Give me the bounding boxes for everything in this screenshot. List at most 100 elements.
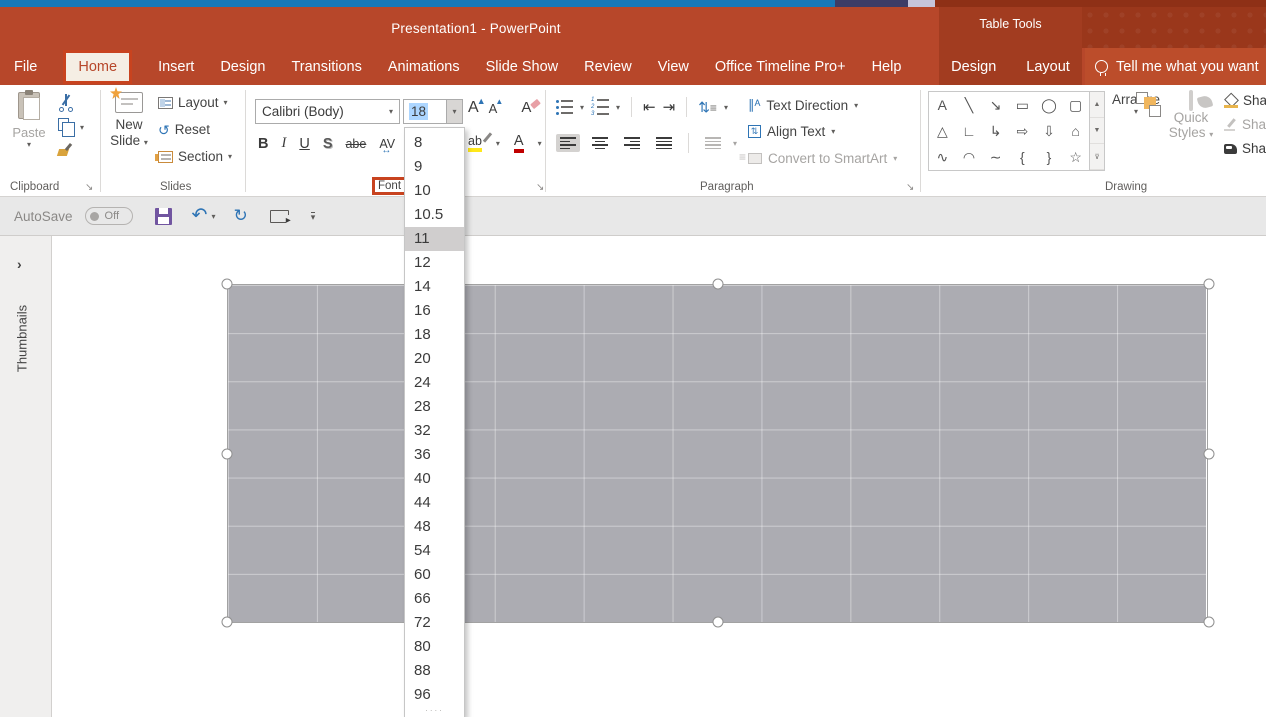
tab-help[interactable]: Help [872,59,902,75]
resize-handle-left-middle[interactable] [222,449,233,460]
cut-icon[interactable] [58,94,74,110]
shape-scribble-icon[interactable]: ∿ [929,144,956,170]
numbering-icon[interactable]: 123 [591,98,609,116]
arrange-button[interactable]: Arrange ▾ [1110,92,1162,170]
font-size-combo[interactable]: 18 ▾ [403,99,463,124]
font-size-option-10.5[interactable]: 10.5 [405,203,464,227]
strikethrough-button[interactable]: abe [345,137,366,151]
shape-fill-button[interactable]: Sha [1224,93,1266,108]
bold-button[interactable]: B [258,136,268,152]
shape-elbow-arrow-connector-icon[interactable]: ↳ [982,118,1009,144]
shape-outline-button[interactable]: Sha [1224,117,1266,132]
gallery-scroll-up-icon[interactable]: ▲ [1090,92,1104,118]
shape-elbow-connector-icon[interactable]: ∟ [956,118,983,144]
copy-icon[interactable] [58,118,69,131]
increase-font-size-button[interactable]: A▲ [468,99,479,117]
font-size-option-72[interactable]: 72 [405,611,464,635]
font-size-option-8[interactable]: 8 [405,131,464,155]
font-color-dropdown-arrow[interactable]: ▾ [538,139,542,148]
section-button[interactable]: Section▾ [158,149,232,164]
save-icon[interactable] [155,208,172,225]
italic-button[interactable]: I [281,135,286,152]
font-size-dropdown-arrow[interactable]: ▾ [446,100,462,123]
font-size-option-36[interactable]: 36 [405,443,464,467]
clear-formatting-button[interactable]: A [521,99,531,116]
redo-icon[interactable]: ↻ [233,208,247,224]
shape-triangle-icon[interactable]: △ [929,118,956,144]
shapes-gallery-scrollbar[interactable]: ▲ ▼ ⊽ [1090,91,1105,171]
increase-indent-icon[interactable]: ⇥ [663,98,676,116]
font-size-option-80[interactable]: 80 [405,635,464,659]
columns-button[interactable] [701,134,725,152]
contextual-tab-design[interactable]: Design [951,59,996,75]
font-size-option-11[interactable]: 11 [405,227,464,251]
customize-qat-icon[interactable]: ▾ [311,212,316,221]
tab-insert[interactable]: Insert [158,59,194,75]
resize-handle-top-middle[interactable] [713,279,724,290]
align-center-button[interactable] [588,134,612,152]
font-size-option-40[interactable]: 40 [405,467,464,491]
font-name-dropdown-arrow[interactable]: ▾ [389,107,393,116]
tab-file[interactable]: File [14,59,37,75]
align-text-button[interactable]: ⇅ Align Text▾ [748,124,835,139]
paragraph-dialog-launcher-icon[interactable]: ↘ [906,182,914,193]
contextual-tab-layout[interactable]: Layout [1026,59,1070,75]
thumbnails-panel[interactable]: › Thumbnails [0,236,52,717]
align-left-button[interactable] [556,134,580,152]
quick-styles-button[interactable]: Quick Styles ▾ [1164,92,1218,170]
font-name-combo[interactable]: Calibri (Body) ▾ [255,99,400,124]
new-slide-button[interactable]: NewSlide ▾ [106,92,152,170]
highlight-color-button[interactable]: ab [468,134,482,152]
font-size-option-24[interactable]: 24 [405,371,464,395]
shape-left-brace-icon[interactable]: { [1009,144,1036,170]
shape-text-box-icon[interactable]: A [929,92,956,118]
tab-home[interactable]: Home [63,50,132,84]
tell-me-box[interactable]: Tell me what you want [1085,48,1266,85]
clipboard-dialog-launcher-icon[interactable]: ↘ [85,182,93,193]
start-from-beginning-icon[interactable] [270,210,289,223]
font-size-option-48[interactable]: 48 [405,515,464,539]
resize-handle-bottom-right[interactable] [1204,617,1215,628]
paste-button[interactable]: Paste ▾ [8,92,50,168]
font-size-option-16[interactable]: 16 [405,299,464,323]
tab-slide-show[interactable]: Slide Show [486,59,559,75]
convert-to-smartart-button[interactable]: Convert to SmartArt▾ [748,151,897,166]
shape-oval-icon[interactable]: ◯ [1036,92,1063,118]
shape-star-icon[interactable]: ☆ [1062,144,1089,170]
resize-handle-bottom-left[interactable] [222,617,233,628]
font-size-value[interactable]: 18 [404,104,446,119]
font-size-option-18[interactable]: 18 [405,323,464,347]
copy-dropdown-arrow[interactable]: ▾ [80,123,84,132]
shape-curve-icon[interactable]: ∼ [982,144,1009,170]
undo-dropdown-arrow[interactable]: ▾ [211,212,215,221]
font-size-option-10[interactable]: 10 [405,179,464,203]
numbering-dropdown-arrow[interactable]: ▾ [616,103,620,112]
font-size-option-20[interactable]: 20 [405,347,464,371]
font-dialog-launcher-icon[interactable]: ↘ [536,182,544,193]
underline-button[interactable]: U [299,136,309,152]
font-size-option-44[interactable]: 44 [405,491,464,515]
font-size-option-32[interactable]: 32 [405,419,464,443]
font-size-option-28[interactable]: 28 [405,395,464,419]
font-size-option-88[interactable]: 88 [405,659,464,683]
layout-button[interactable]: Layout▾ [158,95,228,110]
font-size-option-14[interactable]: 14 [405,275,464,299]
tab-office-timeline-pro-[interactable]: Office Timeline Pro+ [715,59,846,75]
autosave-toggle[interactable]: Off [85,207,133,225]
expand-thumbnails-chevron-icon[interactable]: › [17,256,22,272]
resize-handle-bottom-middle[interactable] [713,617,724,628]
undo-icon[interactable]: ↶ [192,208,208,224]
bullets-icon[interactable] [556,100,573,115]
resize-handle-right-middle[interactable] [1204,449,1215,460]
decrease-indent-icon[interactable]: ⇤ [643,98,656,116]
resize-handle-top-left[interactable] [222,279,233,290]
text-shadow-button[interactable]: S [323,136,333,152]
font-size-option-66[interactable]: 66 [405,587,464,611]
gallery-more-icon[interactable]: ⊽ [1090,144,1104,170]
tab-view[interactable]: View [658,59,689,75]
line-spacing-dropdown-arrow[interactable]: ▾ [724,103,728,112]
tab-review[interactable]: Review [584,59,632,75]
character-spacing-button[interactable]: AV [379,137,395,151]
font-size-option-60[interactable]: 60 [405,563,464,587]
format-painter-icon[interactable] [58,143,72,157]
